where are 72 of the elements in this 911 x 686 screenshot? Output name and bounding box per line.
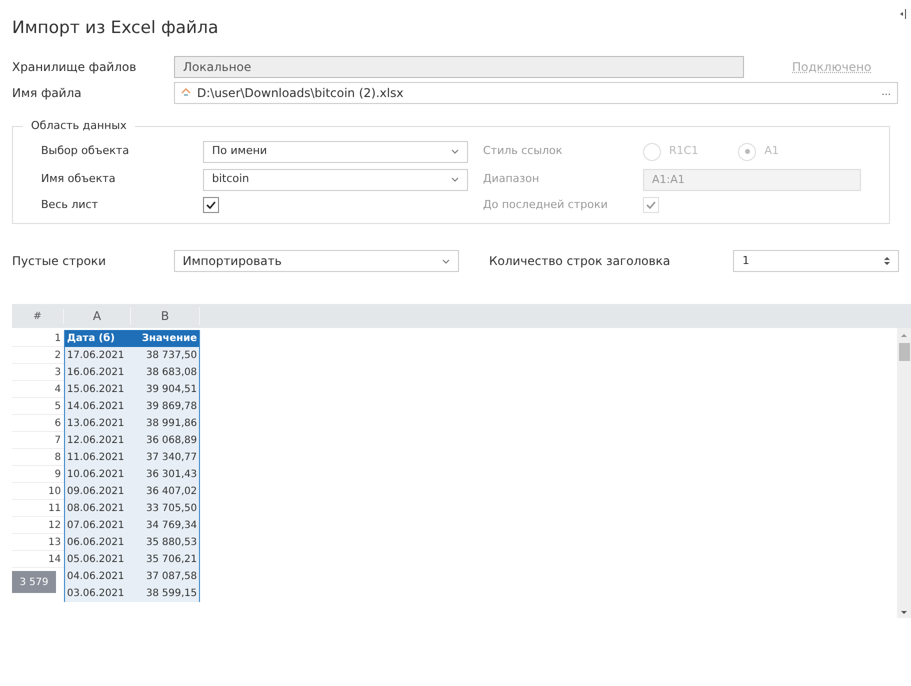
- field-label: Хранилище файлов: [12, 58, 138, 76]
- table-cell: 38 683,08: [131, 364, 200, 381]
- header-rows-spinner[interactable]: 1: [733, 250, 899, 272]
- range-field: A1:A1: [643, 168, 861, 190]
- browse-button[interactable]: ...: [881, 88, 891, 98]
- file-icon: [181, 88, 191, 98]
- table-cell: 06.06.2021: [64, 534, 131, 551]
- table-cell: 08.06.2021: [64, 500, 131, 517]
- table-cell: 09.06.2021: [64, 483, 131, 500]
- field-label: Пустые строки: [12, 253, 107, 270]
- table-cell: 14.06.2021: [64, 398, 131, 415]
- radio-button: R1C1: [643, 142, 698, 160]
- table-cell: 36 068,89: [131, 432, 200, 449]
- table-cell: 38 991,86: [131, 415, 200, 432]
- table-cell: 39 869,78: [131, 398, 200, 415]
- dropdown-value: bitcoin: [212, 171, 250, 188]
- table-cell: 10.06.2021: [64, 466, 131, 483]
- table-cell: 36 301,43: [131, 466, 200, 483]
- dialog-title: Импорт из Excel файла: [12, 17, 220, 40]
- chevron-down-icon: [451, 177, 459, 182]
- table-cell: 35 706,21: [131, 551, 200, 568]
- chevron-down-icon: [442, 258, 450, 264]
- table-cell: 03.06.2021: [64, 585, 131, 602]
- column-header: #: [12, 308, 64, 324]
- dropdown-value: Импортировать: [182, 253, 282, 270]
- table-cell: 34 769,34: [131, 517, 200, 534]
- field-label: До последней строки: [483, 196, 609, 212]
- table-cell: 37 340,77: [131, 449, 200, 466]
- field-label: Имя объекта: [41, 171, 116, 188]
- chevron-down-icon: [451, 149, 459, 154]
- table-cell: 17.06.2021: [64, 347, 131, 364]
- table-cell: 11.06.2021: [64, 449, 131, 466]
- empty-rows-dropdown[interactable]: Импортировать: [174, 250, 459, 272]
- file-field[interactable]: D:\user\Downloads\bitcoin (2).xlsx ...: [174, 82, 898, 104]
- check-icon: [646, 200, 656, 209]
- field-label: Диапазон: [483, 171, 540, 188]
- spinner-value: 1: [742, 252, 750, 269]
- table-cell: 16.06.2021: [64, 364, 131, 381]
- column-header[interactable]: A: [64, 307, 131, 325]
- dropdown-value: По имени: [212, 143, 268, 160]
- row-count-badge: 3 579: [12, 571, 56, 593]
- table-cell: Значение: [131, 330, 200, 347]
- collapse-icon[interactable]: [899, 8, 907, 20]
- storage-field: Локальное: [174, 56, 744, 78]
- object-choice-dropdown[interactable]: По имени: [203, 140, 468, 162]
- table-cell: 37 087,58: [131, 568, 200, 585]
- field-label: Весь лист: [41, 196, 99, 212]
- table-cell: Дата (б): [64, 330, 131, 347]
- table-cell: 38 599,15: [131, 585, 200, 602]
- table-cell: 38 737,50: [131, 347, 200, 364]
- stepper-icon[interactable]: [884, 256, 890, 266]
- file-path: D:\user\Downloads\bitcoin (2).xlsx: [197, 84, 404, 102]
- table-cell: 04.06.2021: [64, 568, 131, 585]
- check-icon: [206, 200, 216, 209]
- field-label: Стиль ссылок: [483, 143, 564, 160]
- scrollbar[interactable]: [897, 328, 911, 618]
- field-label: Выбор объекта: [41, 143, 130, 160]
- table-cell: 07.06.2021: [64, 517, 131, 534]
- table-cell: 33 705,50: [131, 500, 200, 517]
- table-cell: 36 407,02: [131, 483, 200, 500]
- table-cell: 39 904,51: [131, 381, 200, 398]
- table-cell: 15.06.2021: [64, 381, 131, 398]
- radio-button: A1: [738, 142, 779, 160]
- field-label: Количество строк заголовка: [488, 253, 672, 270]
- table-cell: 13.06.2021: [64, 415, 131, 432]
- column-header[interactable]: B: [131, 307, 200, 325]
- table-cell: 05.06.2021: [64, 551, 131, 568]
- object-name-dropdown[interactable]: bitcoin: [203, 168, 468, 190]
- table-cell: 35 880,53: [131, 534, 200, 551]
- checkbox[interactable]: [203, 196, 219, 213]
- field-label: Имя файла: [12, 84, 82, 102]
- table-cell: 12.06.2021: [64, 432, 131, 449]
